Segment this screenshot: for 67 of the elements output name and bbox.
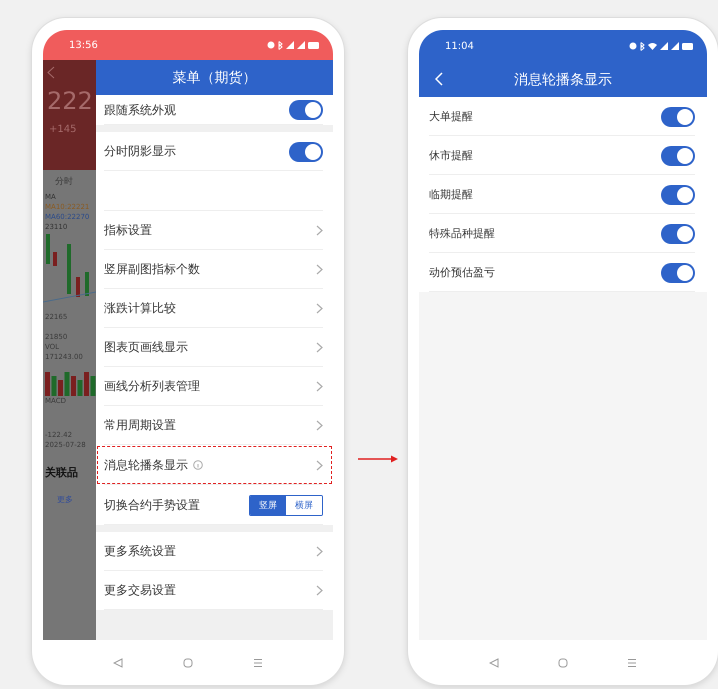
setting-label: 指标设置 [104,222,152,239]
setting-row[interactable]: 画线分析列表管理 [96,367,333,406]
chevron-right-icon [316,546,323,557]
bluetooth-icon [278,40,283,50]
arrow-icon [358,455,398,463]
chevron-right-icon [316,342,323,353]
setting-label: 常用周期设置 [104,417,176,434]
setting-label: 切换合约手势设置 [104,496,200,514]
setting-label: 竖屏副图指标个数 [104,261,200,278]
setting-label: 更多交易设置 [104,582,176,599]
chevron-right-icon [316,303,323,314]
chevron-left-icon [47,66,55,79]
setting-row[interactable]: 图表页画线显示 [96,328,333,367]
setting-label: 跟随系统外观 [104,102,176,118]
setting-row[interactable]: 竖屏副图指标个数 [96,250,333,289]
toggle-switch[interactable] [661,146,695,166]
setting-label: 更多系统设置 [104,543,176,560]
setting-label: 大单提醒 [428,109,473,124]
setting-label: 画线分析列表管理 [104,378,200,395]
menu-icon[interactable] [252,658,263,668]
segment-button[interactable]: 竖屏 [250,496,286,514]
toggle-switch[interactable] [288,100,323,120]
setting-row[interactable]: 常用周期设置 [96,406,333,445]
wifi-icon [648,42,657,50]
info-icon [193,460,203,470]
setting-label: 休市提醒 [428,148,473,163]
section-title[interactable]: 关联品 [43,466,96,480]
status-time: 13:56 [69,40,98,50]
home-icon[interactable] [182,658,193,668]
setting-label: 动价预估盈亏 [428,265,495,280]
setting-row[interactable]: 更多交易设置 [96,571,333,610]
setting-row[interactable]: 指标设置 [96,211,333,250]
setting-label: 涨跌计算比较 [104,300,176,317]
chevron-right-icon [316,381,323,392]
setting-row[interactable]: 涨跌计算比较 [96,289,333,328]
chevron-right-icon [316,225,323,236]
change-text: +145 [48,123,78,136]
back-icon[interactable] [488,658,499,668]
toggle-switch[interactable] [661,262,695,282]
setting-row[interactable]: 更多系统设置 [96,532,333,571]
bluetooth-icon [640,42,645,50]
highlighted-setting-row[interactable]: 消息轮播条显示 [96,445,333,485]
page-title: 消息轮播条显示 [514,70,612,88]
chevron-right-icon [316,460,323,470]
setting-label: 分时阴影显示 [104,143,176,160]
setting-row[interactable]: 分时阴影显示 [96,132,333,171]
setting-row[interactable]: 跟随系统外观 [96,95,333,125]
setting-label: 图表页画线显示 [104,339,188,356]
chevron-right-icon [316,420,323,431]
toggle-switch[interactable] [661,184,695,204]
back-icon[interactable] [112,658,123,668]
status-time: 11:04 [444,40,474,52]
toggle-switch[interactable] [661,106,695,126]
price-text: 222 [47,87,94,115]
setting-label: 特殊品种提醒 [428,226,495,241]
battery-icon [308,42,319,48]
toggle-switch[interactable] [661,224,695,244]
chevron-right-icon [316,264,323,275]
setting-row[interactable]: 切换合约手势设置 竖屏 横屏 [96,485,333,525]
setting-label: 消息轮播条显示 [104,456,203,474]
battery-icon [682,42,693,50]
chevron-right-icon [316,585,323,596]
drawer-title: 菜单（期货） [172,68,256,86]
toggle-switch[interactable] [288,142,323,162]
setting-label: 临期提醒 [428,187,473,202]
home-icon[interactable] [558,658,568,668]
menu-icon[interactable] [627,658,638,668]
